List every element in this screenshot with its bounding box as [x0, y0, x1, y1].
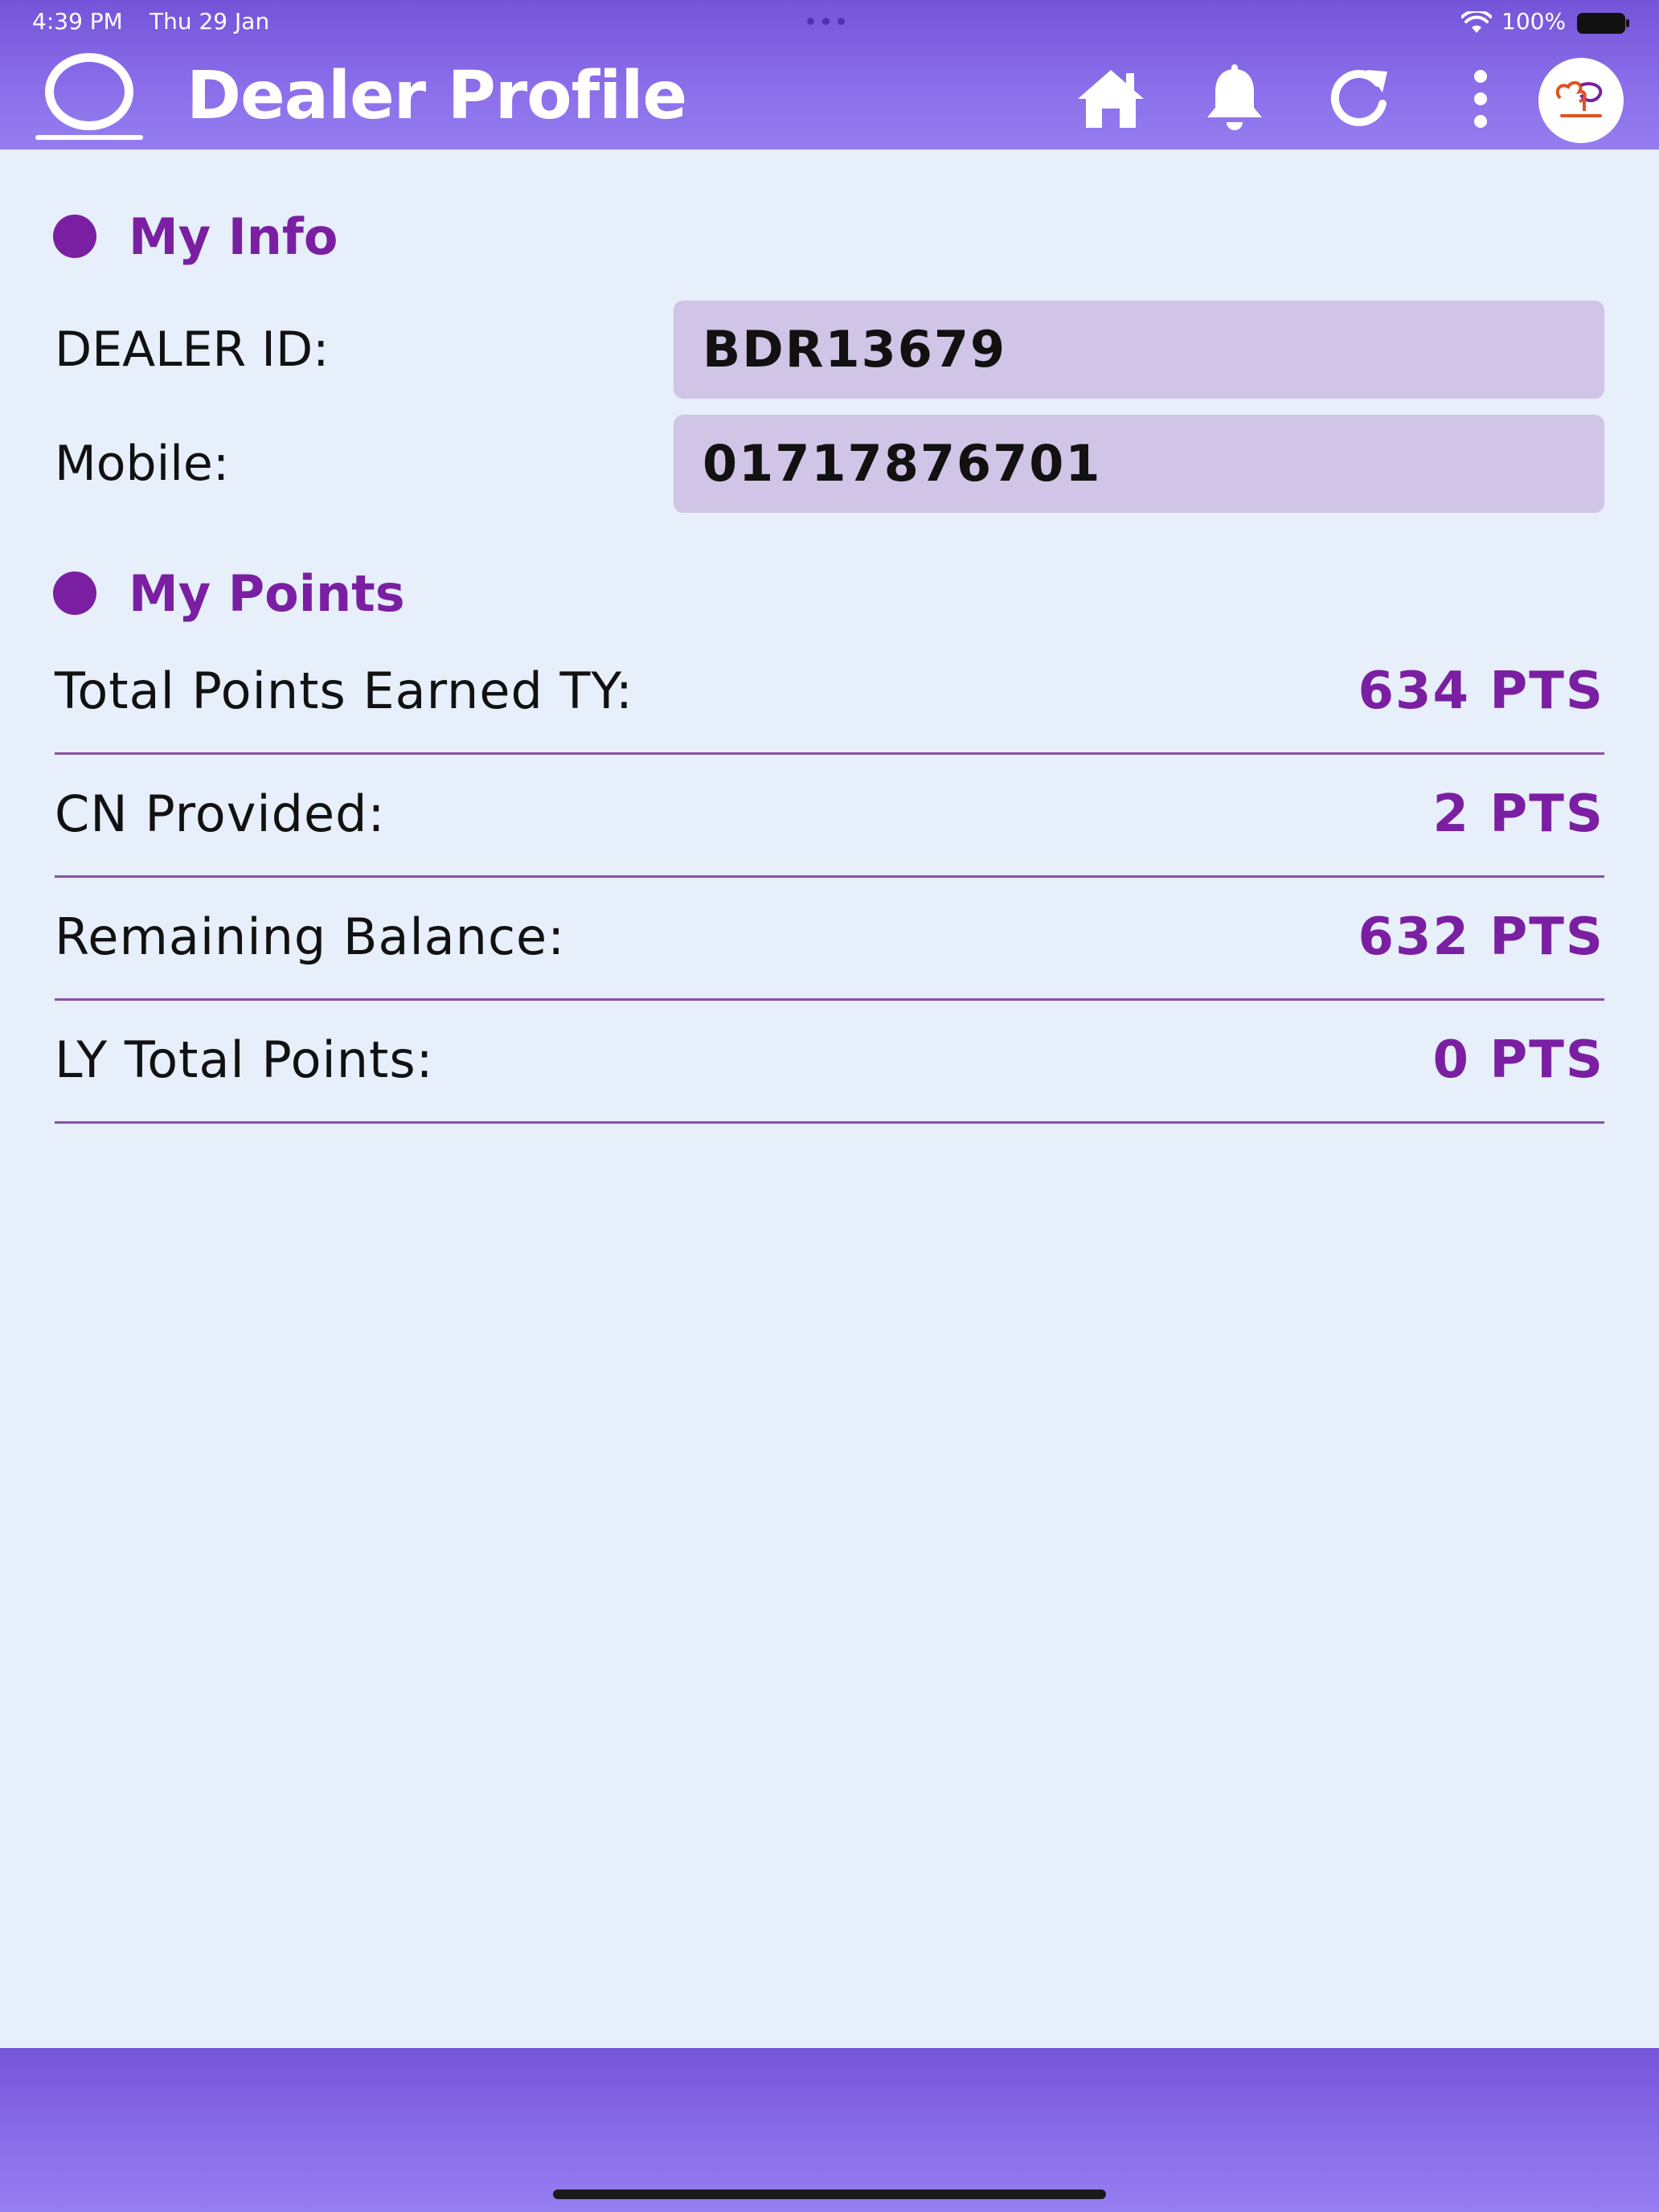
bottom-bar: [0, 2048, 1659, 2212]
wifi-icon: [1460, 9, 1493, 37]
bullet-dot-icon: [53, 215, 96, 258]
points-label: LY Total Points:: [55, 1030, 434, 1089]
avatar-logo: [1555, 80, 1603, 117]
status-date: Thu 29 Jan: [150, 8, 270, 35]
section-my-points: My Points: [53, 561, 405, 625]
home-icon[interactable]: [1071, 63, 1151, 135]
mobile-row: Mobile: 01717876701: [55, 415, 1604, 513]
points-label: CN Provided:: [55, 784, 386, 843]
points-label: Total Points Earned TY:: [55, 662, 633, 720]
dealer-id-label: DEALER ID:: [55, 322, 330, 378]
status-time: 4:39 PM: [32, 8, 123, 35]
mobile-field[interactable]: 01717876701: [674, 415, 1604, 513]
page-title: Dealer Profile: [186, 58, 687, 134]
dealer-id-field[interactable]: BDR13679: [674, 301, 1604, 399]
more-vertical-icon[interactable]: [1440, 63, 1521, 135]
multitasking-dots-icon[interactable]: [807, 18, 845, 25]
points-row-ly-total: LY Total Points: 0 PTS: [55, 1001, 1604, 1124]
battery-icon: [1577, 13, 1630, 37]
section-title: My Points: [129, 563, 405, 623]
status-bar: 4:39 PM Thu 29 Jan 100%: [0, 0, 1659, 45]
points-value: 0 PTS: [1432, 1030, 1604, 1090]
refresh-icon[interactable]: [1318, 63, 1399, 135]
points-label: Remaining Balance:: [55, 907, 566, 966]
points-row-cn-provided: CN Provided: 2 PTS: [55, 755, 1604, 878]
mobile-label: Mobile:: [55, 436, 230, 492]
dealer-id-row: DEALER ID: BDR13679: [55, 301, 1604, 399]
points-value: 634 PTS: [1358, 662, 1604, 721]
section-title: My Info: [129, 207, 338, 266]
points-row-remaining-balance: Remaining Balance: 632 PTS: [55, 878, 1604, 1001]
battery-percentage: 100%: [1501, 8, 1567, 35]
home-indicator[interactable]: [553, 2189, 1106, 2199]
header: 4:39 PM Thu 29 Jan 100% Dealer Profile: [0, 0, 1659, 150]
app-root: 4:39 PM Thu 29 Jan 100% Dealer Profile M…: [0, 0, 1659, 2212]
avatar[interactable]: [1538, 58, 1624, 143]
section-my-info: My Info: [53, 204, 338, 268]
nav-bar: Dealer Profile: [0, 45, 1659, 150]
points-value: 632 PTS: [1358, 907, 1604, 967]
menu-ring-icon[interactable]: [32, 45, 145, 146]
bell-icon[interactable]: [1194, 63, 1275, 135]
points-row-total-earned: Total Points Earned TY: 634 PTS: [55, 632, 1604, 755]
bullet-dot-icon: [53, 571, 96, 615]
points-value: 2 PTS: [1432, 784, 1604, 844]
